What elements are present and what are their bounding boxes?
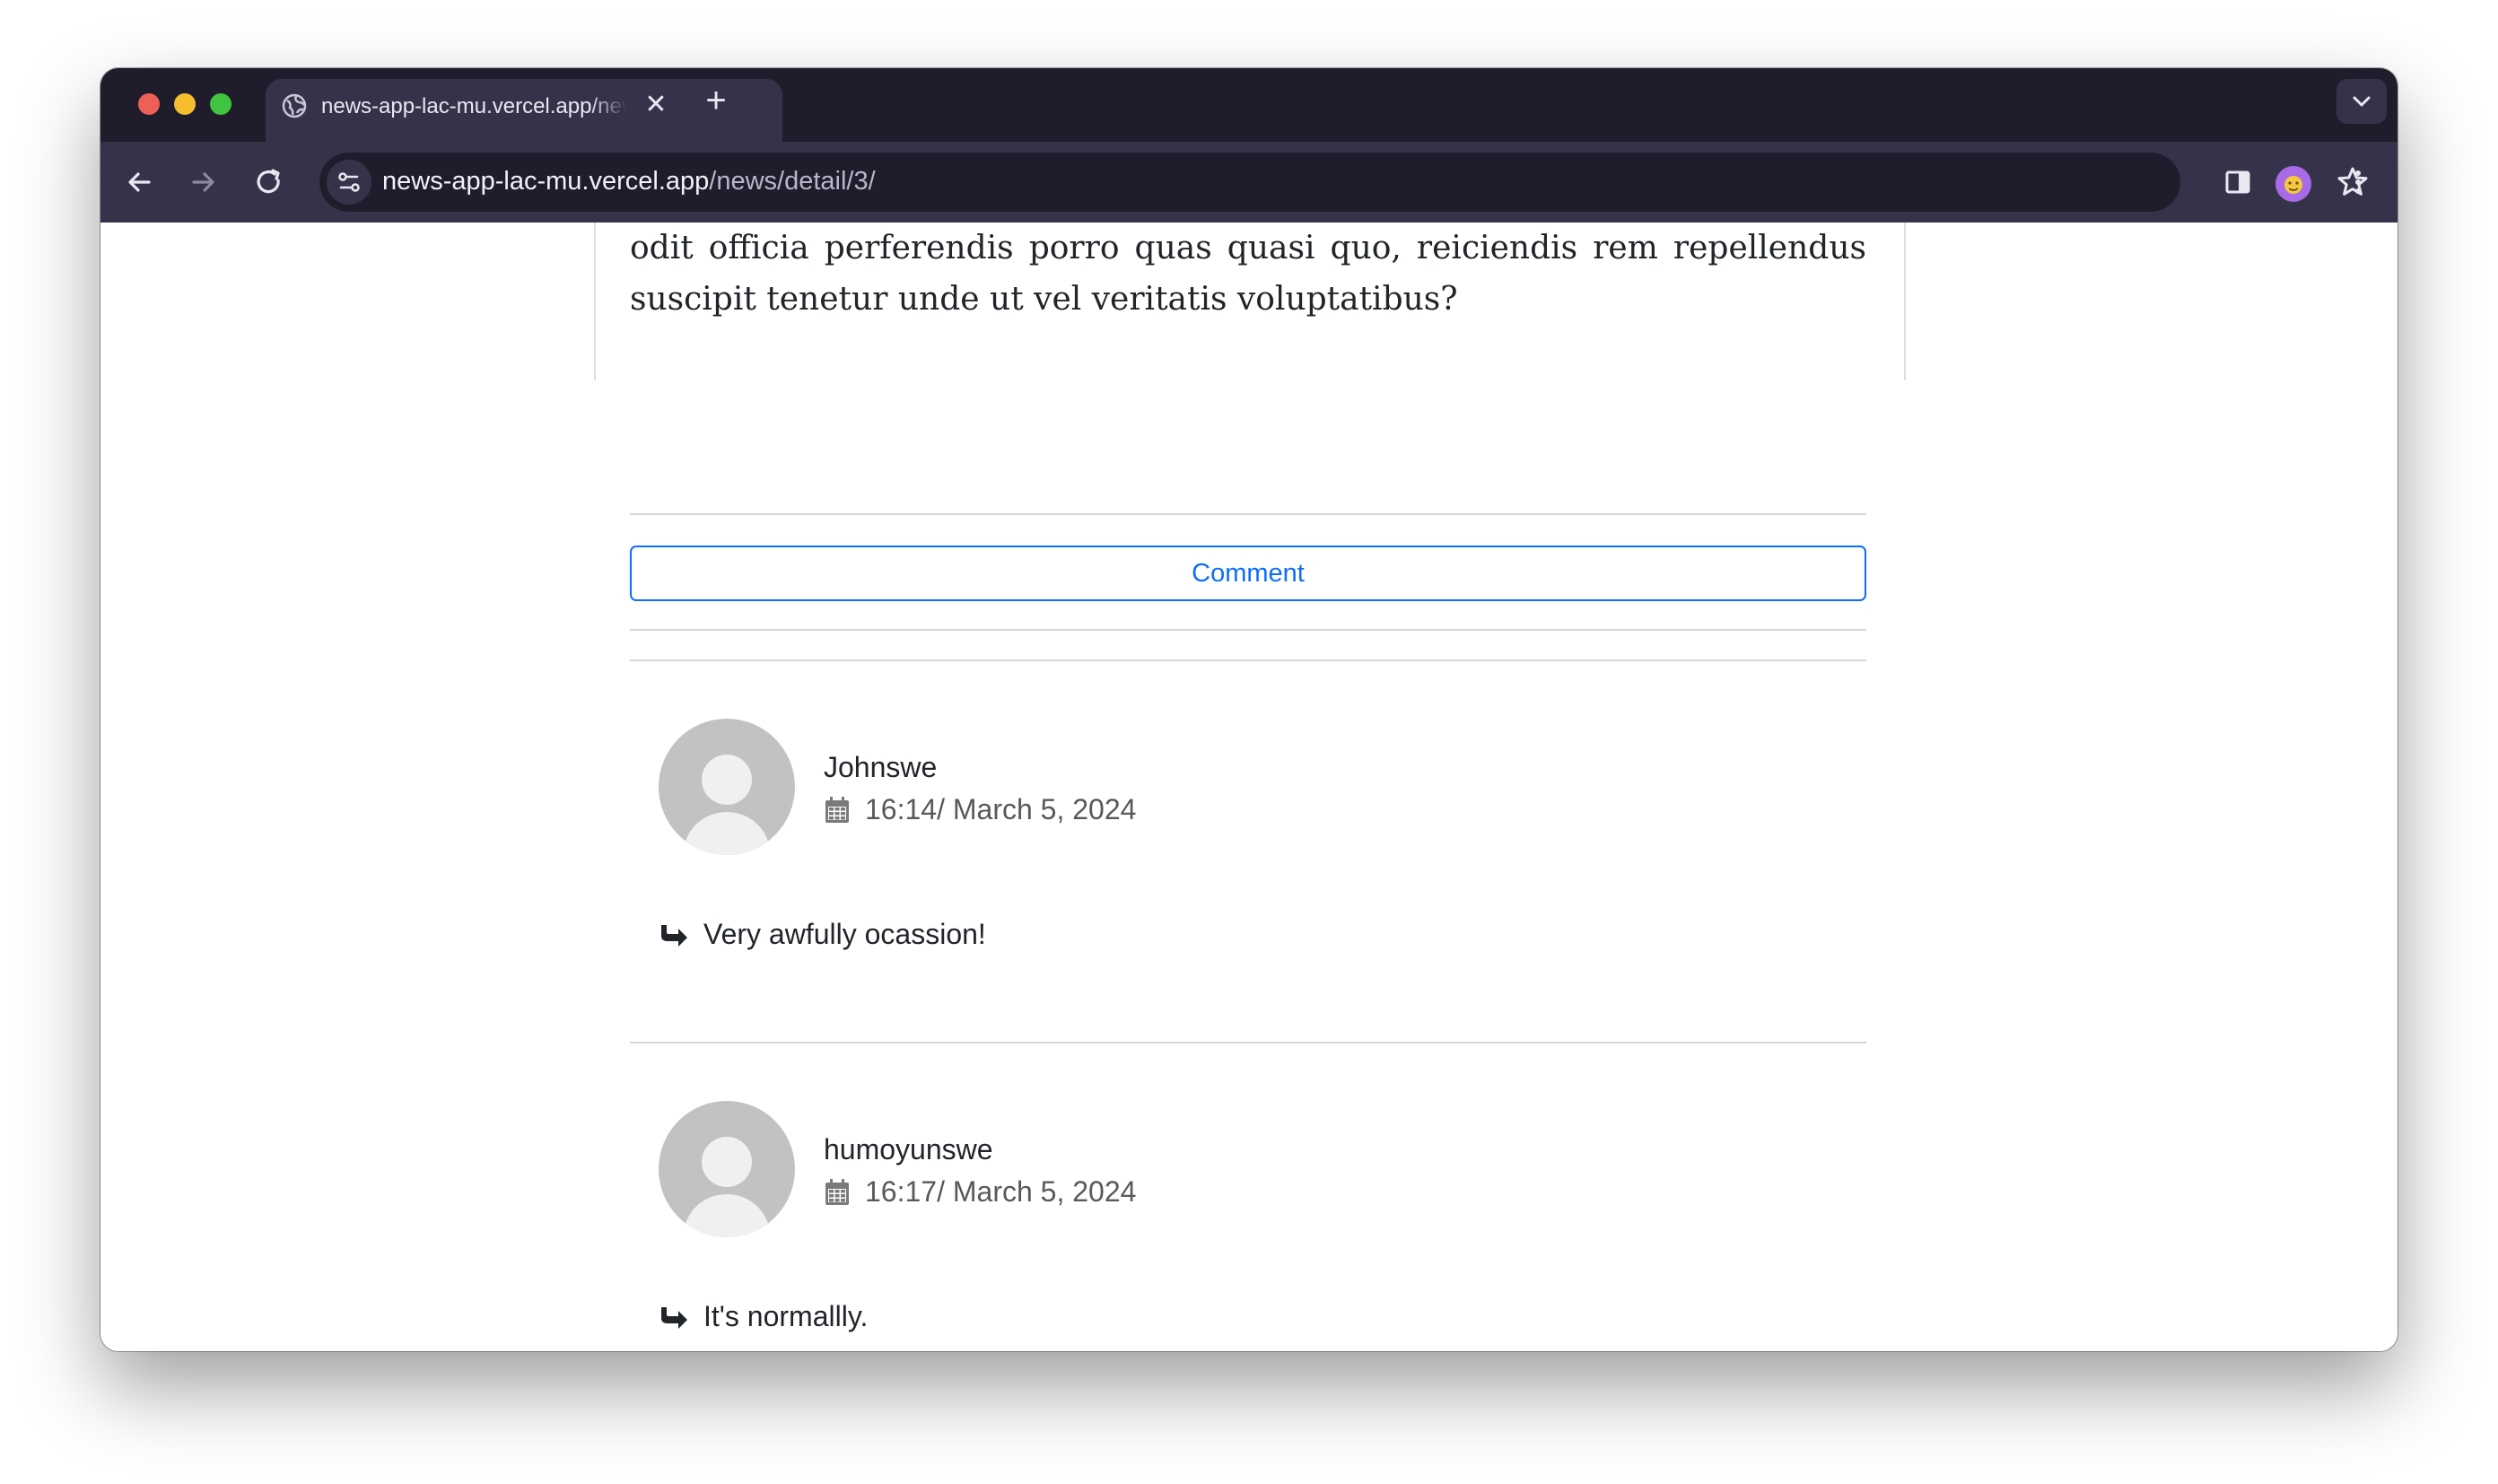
globe-icon xyxy=(282,93,307,118)
browser-window: news-app-lac-mu.vercel.app/news/detail/3… xyxy=(100,68,2398,1351)
comment-item: humoyunswe 16:17/ March 5, 2024 It's nor… xyxy=(630,1101,1866,1351)
comment-author: Johnswe xyxy=(824,751,938,783)
divider xyxy=(630,1042,1866,1043)
profile-avatar[interactable] xyxy=(2275,166,2311,202)
divider xyxy=(630,659,1866,661)
reply-arrow-icon xyxy=(661,1307,687,1329)
url-path: /news/detail/3/ xyxy=(709,167,876,196)
back-arrow-icon[interactable] xyxy=(120,162,160,202)
avatar xyxy=(659,1101,795,1237)
browser-toolbar: news-app-lac-mu.vercel.app/news/detail/3… xyxy=(100,142,2398,223)
url-host: news-app-lac-mu.vercel.app xyxy=(382,167,710,196)
comment-author: humoyunswe xyxy=(824,1133,993,1165)
side-panel-icon[interactable] xyxy=(2218,162,2258,202)
url-text: news-app-lac-mu.vercel.app/news/detail/3… xyxy=(382,167,876,196)
calendar-icon xyxy=(825,797,849,823)
comment-text: Very awfully ocassion! xyxy=(703,918,986,950)
address-bar[interactable]: news-app-lac-mu.vercel.app/news/detail/3… xyxy=(319,153,2368,212)
article-body-text: odit officia perferendis porro quas quas… xyxy=(630,230,1866,318)
tab-close-icon[interactable]: ✕ xyxy=(641,90,671,120)
user-placeholder-icon xyxy=(659,1101,795,1237)
tune-icon xyxy=(338,172,360,192)
page-viewport: odit officia perferendis porro quas quas… xyxy=(100,223,2398,1351)
calendar-icon xyxy=(825,1179,849,1205)
divider xyxy=(630,513,1866,515)
new-tab-button[interactable]: + xyxy=(696,81,736,120)
tab-strip: news-app-lac-mu.vercel.app/news/detail/3… xyxy=(100,68,2398,142)
more-menu-icon[interactable] xyxy=(2338,162,2378,202)
comment-item: Johnswe 16:14/ March 5, 2024 Very awfull… xyxy=(630,719,1866,1096)
comment-date: 16:17/ March 5, 2024 xyxy=(865,1175,1137,1208)
reply-arrow-icon xyxy=(661,925,687,947)
close-window-button[interactable] xyxy=(138,93,160,115)
maximize-window-button[interactable] xyxy=(210,93,231,115)
user-placeholder-icon xyxy=(659,719,795,855)
forward-arrow-icon[interactable] xyxy=(183,162,223,202)
comment-date: 16:14/ March 5, 2024 xyxy=(865,793,1137,825)
tab-title: news-app-lac-mu.vercel.app/news/detail/3… xyxy=(321,94,626,118)
tab-search-button[interactable] xyxy=(2336,79,2387,124)
divider xyxy=(630,629,1866,631)
comment-text: It's normallly. xyxy=(703,1300,869,1332)
profile-face-icon xyxy=(2284,176,2302,194)
comment-button[interactable]: Comment xyxy=(630,546,1866,601)
reload-icon[interactable] xyxy=(249,162,289,202)
minimize-window-button[interactable] xyxy=(174,93,196,115)
avatar xyxy=(659,719,795,855)
site-info-button[interactable] xyxy=(327,160,371,205)
chevron-down-icon xyxy=(2353,96,2371,107)
